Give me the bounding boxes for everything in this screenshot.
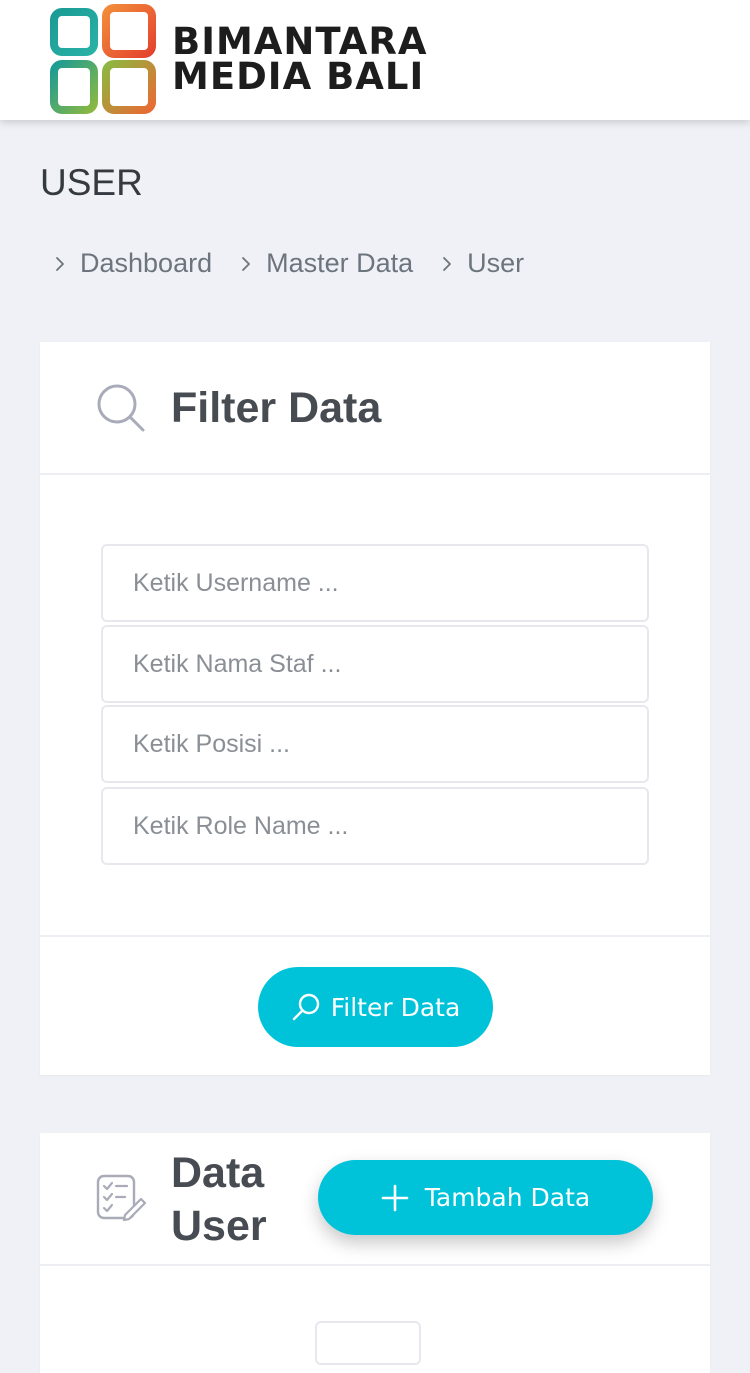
data-user-card: Data User Tambah Data bbox=[40, 1133, 710, 1373]
filter-card-footer: Filter Data bbox=[40, 935, 710, 1075]
username-input[interactable] bbox=[101, 544, 649, 622]
tambah-data-button-label: Tambah Data bbox=[424, 1183, 591, 1212]
brand-name: BIMANTARA MEDIA BALI bbox=[172, 20, 428, 98]
breadcrumb-item-master-data[interactable]: Master Data bbox=[234, 248, 413, 279]
filter-data-button[interactable]: Filter Data bbox=[258, 967, 493, 1047]
filter-data-button-label: Filter Data bbox=[330, 992, 461, 1022]
breadcrumb-item-dashboard[interactable]: Dashboard bbox=[48, 248, 212, 279]
breadcrumb-item-user: User bbox=[435, 248, 524, 279]
filter-card-title: Filter Data bbox=[171, 384, 382, 432]
tambah-data-button[interactable]: Tambah Data bbox=[318, 1160, 653, 1235]
chevron-right-icon bbox=[242, 256, 250, 271]
table-length-select[interactable] bbox=[315, 1321, 421, 1365]
breadcrumb-label: Master Data bbox=[266, 248, 414, 278]
data-user-card-title: Data User bbox=[171, 1149, 267, 1250]
plus-icon bbox=[381, 1184, 409, 1211]
nama-staf-input[interactable] bbox=[101, 625, 649, 703]
filter-card-header: Filter Data bbox=[40, 342, 710, 475]
page-title: USER bbox=[40, 162, 143, 203]
brand-logo[interactable]: BIMANTARA MEDIA BALI bbox=[50, 4, 450, 116]
breadcrumb-label: User bbox=[467, 248, 525, 278]
chevron-right-icon bbox=[443, 256, 452, 271]
breadcrumb-label: Dashboard bbox=[80, 248, 213, 278]
chevron-right-icon bbox=[56, 256, 64, 271]
search-icon bbox=[292, 993, 319, 1021]
brand-name-line2: MEDIA BALI bbox=[172, 55, 425, 98]
brand-logo-mark bbox=[50, 4, 156, 114]
filter-card: Filter Data Filter Data bbox=[40, 342, 710, 1075]
app-header: BIMANTARA MEDIA BALI bbox=[0, 0, 750, 120]
brand-name-line1: BIMANTARA bbox=[172, 20, 428, 63]
data-user-card-header: Data User Tambah Data bbox=[40, 1133, 710, 1266]
breadcrumb: Dashboard Master Data User bbox=[48, 248, 546, 279]
role-name-input[interactable] bbox=[101, 787, 649, 865]
checklist-edit-icon bbox=[96, 1174, 147, 1222]
search-icon bbox=[97, 384, 145, 432]
posisi-input[interactable] bbox=[101, 705, 649, 783]
